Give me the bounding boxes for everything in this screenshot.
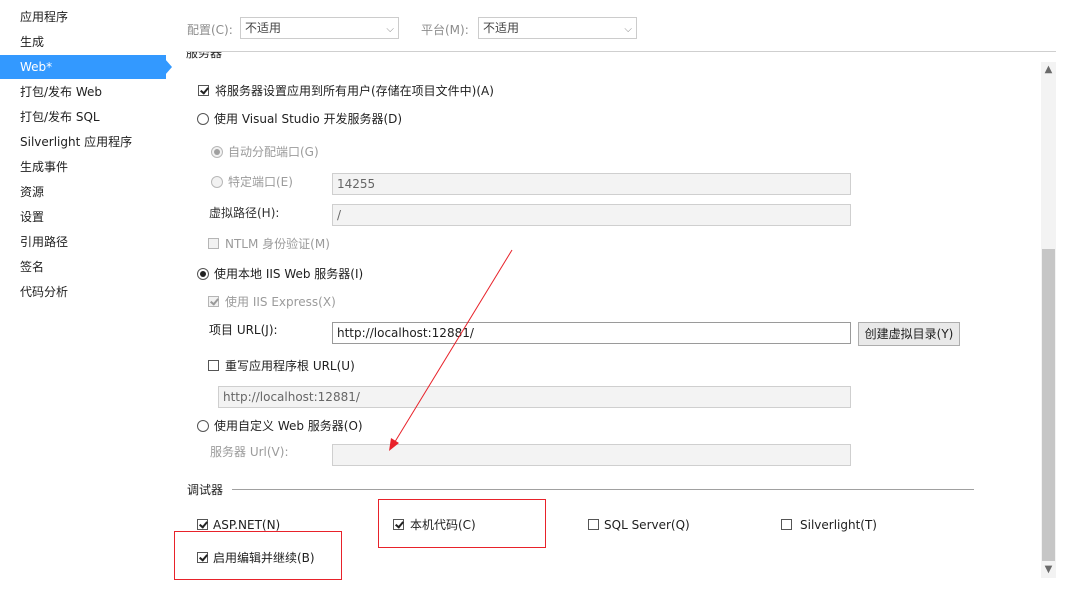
annotation-arrow-line [392, 249, 513, 446]
annotation-arrow-head [389, 438, 399, 451]
annotation-arrow [389, 249, 513, 451]
